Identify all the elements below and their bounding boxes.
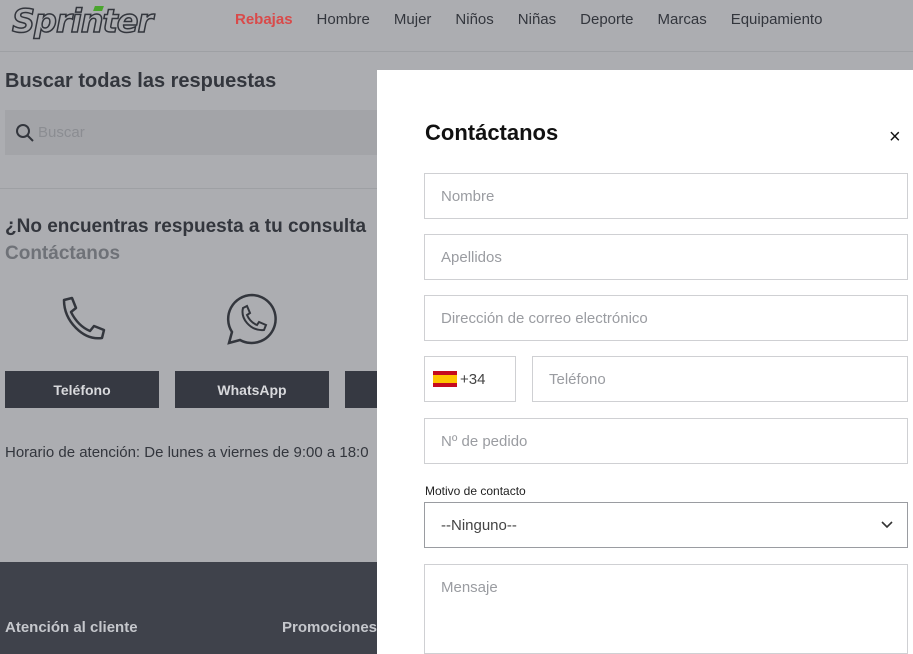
chevron-down-icon [881,521,893,529]
telefono-field[interactable]: Teléfono [532,356,908,402]
search-icon [16,123,34,142]
nav-deporte[interactable]: Deporte [580,11,633,28]
footer-atencion[interactable]: Atención al cliente [5,619,138,636]
whatsapp-icon [226,293,277,345]
header: Sprinter Rebajas Hombre Mujer Niños Niña… [0,0,913,52]
close-icon[interactable]: × [889,126,901,149]
country-code-select[interactable]: +34 [424,356,516,402]
sprinter-logo[interactable]: Sprinter [11,1,154,41]
mensaje-textarea[interactable]: Mensaje [424,564,908,654]
nav-equipamiento[interactable]: Equipamiento [731,11,823,28]
modal-title: Contáctanos [425,120,559,145]
apellidos-field[interactable]: Apellidos [424,234,908,280]
main-nav: Rebajas Hombre Mujer Niños Niñas Deporte… [235,11,822,28]
nav-ninas[interactable]: Niñas [518,11,556,28]
footer-promociones[interactable]: Promociones [282,619,377,636]
phone-icon [62,296,106,340]
no-answer-heading: ¿No encuentras respuesta a tu consulta [5,216,367,237]
search-input[interactable]: Buscar [5,110,385,155]
hours-text: Horario de atención: De lunes a viernes … [5,444,369,461]
page-title: Buscar todas las respuestas [5,70,277,92]
contact-modal: Contáctanos × Nombre Apellidos Dirección… [377,70,913,654]
nav-hombre[interactable]: Hombre [317,11,370,28]
motivo-label: Motivo de contacto [425,484,526,498]
nav-rebajas[interactable]: Rebajas [235,11,293,28]
nav-ninos[interactable]: Niños [455,11,493,28]
motivo-select[interactable]: --Ninguno-- [424,502,908,548]
nav-mujer[interactable]: Mujer [394,11,432,28]
telefono-button[interactable]: Teléfono [5,371,159,408]
contact-heading: Contáctanos [5,243,121,264]
divider [0,188,380,189]
pedido-field[interactable]: Nº de pedido [424,418,908,464]
nombre-field[interactable]: Nombre [424,173,908,219]
nav-marcas[interactable]: Marcas [658,11,707,28]
email-field[interactable]: Dirección de correo electrónico [424,295,908,341]
whatsapp-button[interactable]: WhatsApp [175,371,329,408]
spain-flag-icon [433,371,457,387]
